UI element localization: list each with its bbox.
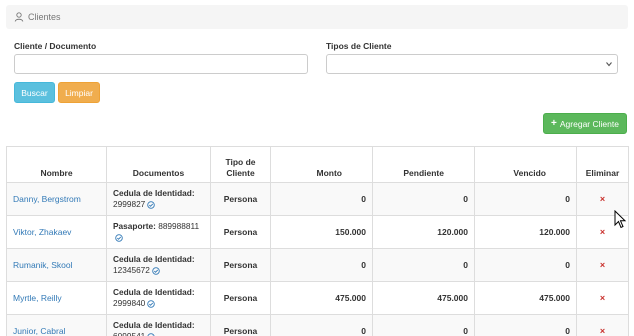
documento-cell: Cedula de Identidad: 2999840 xyxy=(106,281,211,315)
delete-icon[interactable]: × xyxy=(576,314,629,336)
documento-number: 12345672 xyxy=(113,265,150,275)
col-vencido[interactable]: Vencido xyxy=(474,146,577,183)
col-documentos[interactable]: Documentos xyxy=(106,146,211,183)
col-monto[interactable]: Monto xyxy=(270,146,373,183)
documento-type: Cedula de Identidad: xyxy=(113,188,195,198)
documento-cell: Cedula de Identidad: 6099541 xyxy=(106,314,211,336)
table-row: Viktor, Zhakaev Pasaporte: 889988811 Perso… xyxy=(6,215,629,249)
documento-type: Cedula de Identidad: xyxy=(113,254,195,264)
delete-icon[interactable]: × xyxy=(576,281,629,315)
agregar-cliente-button[interactable]: + Agregar Cliente xyxy=(543,113,627,134)
cliente-name-link[interactable]: Danny, Bergstrom xyxy=(6,182,107,216)
documento-number: 6099541 xyxy=(113,331,146,336)
user-icon xyxy=(14,12,24,22)
tipo-cliente-cell: Persona xyxy=(210,281,271,315)
cliente-name-link[interactable]: Myrtle, Reilly xyxy=(6,281,107,315)
documento-type: Pasaporte: xyxy=(113,221,156,231)
tipos-cliente-label: Tipos de Cliente xyxy=(326,41,392,51)
delete-icon[interactable]: × xyxy=(576,248,629,282)
documento-cell: Pasaporte: 889988811 xyxy=(106,215,211,249)
vencido-cell: 0 xyxy=(474,314,577,336)
mouse-cursor-icon xyxy=(614,210,627,229)
monto-cell: 0 xyxy=(270,182,373,216)
page-title: Clientes xyxy=(28,12,61,22)
verified-check-icon xyxy=(147,201,156,209)
col-nombre[interactable]: Nombre xyxy=(6,146,107,183)
verified-check-icon xyxy=(152,267,160,275)
buscar-button[interactable]: Buscar xyxy=(14,82,55,103)
table-row: Danny, Bergstrom Cedula de Identidad: 299… xyxy=(6,182,629,216)
vencido-cell: 475.000 xyxy=(474,281,577,315)
table-row: Rumanik, Skool Cedula de Identidad: 12345… xyxy=(6,248,629,282)
documento-type: Cedula de Identidad: xyxy=(113,287,195,297)
col-tipo-label: Tipo de Cliente xyxy=(225,157,256,178)
cliente-documento-input[interactable] xyxy=(14,54,308,74)
vencido-cell: 0 xyxy=(474,248,577,282)
tipo-cliente-cell: Persona xyxy=(210,182,271,216)
vencido-cell: 0 xyxy=(474,182,577,216)
col-pendiente[interactable]: Pendiente xyxy=(372,146,475,183)
tipos-cliente-select[interactable] xyxy=(326,54,618,74)
verified-check-icon xyxy=(115,234,123,242)
monto-cell: 0 xyxy=(270,248,373,282)
pendiente-cell: 120.000 xyxy=(372,215,475,249)
col-tipo-cliente[interactable]: Tipo de Cliente xyxy=(210,146,271,183)
tipo-cliente-cell: Persona xyxy=(210,314,271,336)
cliente-documento-label: Cliente / Documento xyxy=(14,41,97,51)
table-header-row: Nombre Documentos Tipo de Cliente Monto … xyxy=(6,146,629,183)
cliente-name-link[interactable]: Viktor, Zhakaev xyxy=(6,215,107,249)
pendiente-cell: 0 xyxy=(372,182,475,216)
documento-cell: Cedula de Identidad: 12345672 xyxy=(106,248,211,282)
documento-cell: Cedula de Identidad: 2999827 xyxy=(106,182,211,216)
limpiar-button[interactable]: Limpiar xyxy=(58,82,100,103)
pendiente-cell: 0 xyxy=(372,248,475,282)
verified-check-icon xyxy=(147,300,156,308)
pendiente-cell: 475.000 xyxy=(372,281,475,315)
pendiente-cell: 0 xyxy=(372,314,475,336)
documento-type: Cedula de Identidad: xyxy=(113,320,195,330)
monto-cell: 150.000 xyxy=(270,215,373,249)
plus-icon: + xyxy=(551,118,557,129)
documento-number: 889988811 xyxy=(158,221,200,231)
documento-number: 2999827 xyxy=(113,199,146,209)
monto-cell: 475.000 xyxy=(270,281,373,315)
agregar-cliente-label: Agregar Cliente xyxy=(559,118,619,129)
page-header: Clientes xyxy=(6,5,628,29)
cliente-name-link[interactable]: Junior, Cabral xyxy=(6,314,107,336)
table-row: Junior, Cabral Cedula de Identidad: 60995… xyxy=(6,314,629,336)
vencido-cell: 120.000 xyxy=(474,215,577,249)
clientes-table: Nombre Documentos Tipo de Cliente Monto … xyxy=(6,146,629,336)
cliente-name-link[interactable]: Rumanik, Skool xyxy=(6,248,107,282)
col-eliminar: Eliminar xyxy=(576,146,629,183)
documento-number: 2999840 xyxy=(113,298,146,308)
chevron-down-icon xyxy=(606,62,612,67)
tipo-cliente-cell: Persona xyxy=(210,215,271,249)
monto-cell: 0 xyxy=(270,314,373,336)
table-row: Myrtle, Reilly Cedula de Identidad: 29998… xyxy=(6,281,629,315)
tipo-cliente-cell: Persona xyxy=(210,248,271,282)
